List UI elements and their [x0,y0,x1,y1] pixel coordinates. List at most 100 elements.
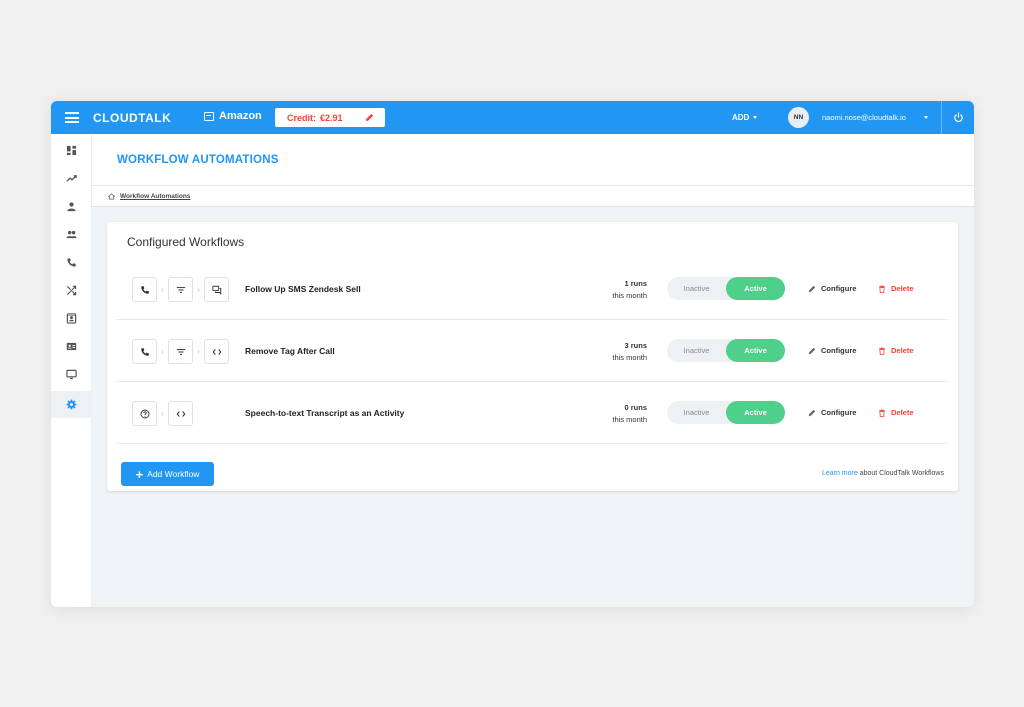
page-header: WORKFLOW AUTOMATIONS [92,134,974,186]
id-card-icon [66,342,77,351]
user-email[interactable]: naomi.nose@cloudtalk.io [822,113,906,122]
sidebar-item-groups[interactable] [51,221,92,248]
workflow-row: › › Remove Tag After Call 3 runs this mo… [116,320,948,382]
chevron-down-icon[interactable] [924,116,928,119]
edit-icon[interactable] [365,113,374,122]
status-toggle[interactable]: Inactive Active [667,277,785,300]
toggle-active[interactable]: Active [726,277,785,300]
learn-more-link[interactable]: Learn more [822,470,858,477]
delete-button[interactable]: Delete [878,408,914,417]
pencil-icon [808,409,816,416]
add-label: ADD [732,113,750,122]
toggle-inactive[interactable]: Inactive [667,339,726,362]
building-icon [204,111,214,121]
plus-icon: + [135,466,144,482]
divider [941,101,942,134]
workflow-steps: › › [132,339,229,364]
user-icon [67,202,76,212]
trash-icon [879,408,885,417]
top-bar: CLOUDTALK Amazon Credit: €2.91 ADD NN na… [51,101,974,134]
app-window: CLOUDTALK Amazon Credit: €2.91 ADD NN na… [51,101,974,607]
sidebar-item-accounts[interactable] [51,333,92,360]
workflow-runs: 1 runs this month [586,278,647,302]
step-action [204,339,229,364]
add-workflow-label: Add Workflow [147,469,200,479]
avatar[interactable]: NN [788,107,809,128]
page-title: WORKFLOW AUTOMATIONS [117,154,279,166]
credit-label: Credit: [287,112,316,123]
toggle-active[interactable]: Active [726,401,785,424]
runs-count: 3 runs [624,341,647,350]
breadcrumb: Workflow Automations [92,186,974,207]
sidebar-item-contacts[interactable] [51,305,92,332]
chevron-right-icon: › [161,347,164,356]
learn-more-text: Learn more about CloudTalk Workflows [822,470,944,477]
status-toggle[interactable]: Inactive Active [667,339,785,362]
sidebar-item-users[interactable] [51,193,92,220]
add-workflow-button[interactable]: + Add Workflow [121,462,214,486]
contacts-icon [66,313,77,324]
sidebar-item-dashboard[interactable] [51,137,92,164]
workflow-runs: 0 runs this month [586,402,647,426]
menu-icon[interactable] [65,112,79,123]
runs-period: this month [612,353,647,362]
workflow-name[interactable]: Remove Tag After Call [245,346,335,356]
configure-button[interactable]: Configure [808,284,856,293]
configure-label: Configure [821,346,857,355]
company-selector[interactable]: Amazon [204,110,262,122]
phone-icon [140,347,149,356]
workflow-name[interactable]: Follow Up SMS Zendesk Sell [245,284,361,294]
delete-button[interactable]: Delete [878,346,914,355]
code-icon [176,410,185,417]
credit-value: €2.91 [320,112,343,123]
group-icon [66,230,77,239]
sidebar-item-wallboard[interactable] [51,361,92,388]
power-icon[interactable] [953,112,964,123]
card-title: Configured Workflows [127,235,245,249]
step-action [204,277,229,302]
step-condition [168,277,193,302]
home-icon[interactable] [108,192,115,200]
shuffle-icon [66,285,77,296]
trash-icon [879,284,885,293]
chevron-right-icon: › [161,285,164,294]
workflow-runs: 3 runs this month [586,340,647,364]
breadcrumb-link[interactable]: Workflow Automations [120,193,190,200]
runs-period: this month [612,291,647,300]
step-trigger [132,339,157,364]
phone-icon [67,258,76,267]
workflow-name[interactable]: Speech-to-text Transcript as an Activity [245,408,404,418]
analytics-icon [66,175,77,182]
filter-icon [176,348,185,355]
configure-button[interactable]: Configure [808,408,856,417]
delete-button[interactable]: Delete [878,284,914,293]
code-icon [212,348,221,355]
configure-button[interactable]: Configure [808,346,856,355]
sidebar-item-routing[interactable] [51,277,92,304]
workflow-row: › › Follow Up SMS Zendesk Sell 1 runs th… [116,258,948,320]
add-menu[interactable]: ADD [732,113,758,122]
configure-label: Configure [821,284,857,293]
credit-box[interactable]: Credit: €2.91 [275,108,385,127]
settings-icon [66,399,77,410]
company-name: Amazon [219,110,262,122]
workflow-steps: › [132,401,193,426]
runs-period: this month [612,415,647,424]
sidebar-item-settings[interactable] [51,391,92,418]
toggle-inactive[interactable]: Inactive [667,401,726,424]
toggle-inactive[interactable]: Inactive [667,277,726,300]
step-condition [168,339,193,364]
chevron-down-icon [753,116,758,119]
help-icon [140,409,149,418]
sidebar-item-calls[interactable] [51,249,92,276]
status-toggle[interactable]: Inactive Active [667,401,785,424]
workflows-card: Configured Workflows › › Follow Up SMS Z… [107,222,958,491]
dashboard-icon [66,145,77,156]
chevron-right-icon: › [197,285,200,294]
runs-count: 0 runs [624,403,647,412]
sidebar-item-analytics[interactable] [51,165,92,192]
phone-icon [140,285,149,294]
toggle-active[interactable]: Active [726,339,785,362]
step-action [168,401,193,426]
runs-count: 1 runs [624,279,647,288]
